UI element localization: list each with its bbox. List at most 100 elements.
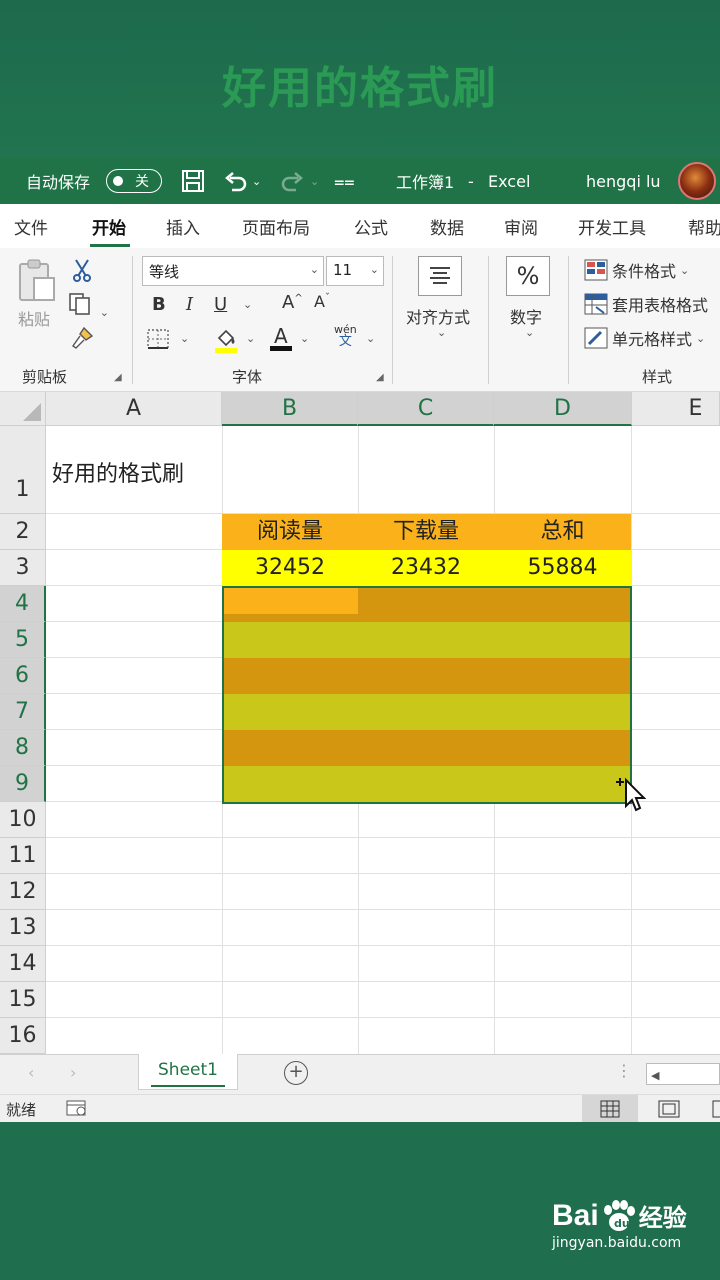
tab-data[interactable]: 数据 (430, 214, 464, 239)
clipboard-launcher-icon[interactable]: ◢ (114, 372, 122, 383)
horizontal-scrollbar[interactable]: ◀ (646, 1063, 720, 1085)
customize-qat-icon[interactable]: ⩵ (334, 158, 355, 204)
row-header-9[interactable]: 9 (0, 766, 46, 802)
fill-color-icon[interactable] (212, 326, 240, 358)
select-all-corner[interactable] (0, 392, 46, 426)
cell-b3[interactable]: 32452 (222, 550, 358, 586)
group-divider (132, 256, 133, 384)
cell-d3[interactable]: 55884 (494, 550, 631, 586)
alignment-dropdown-icon[interactable]: ⌄ (437, 326, 446, 339)
italic-button[interactable]: I (186, 294, 193, 315)
sheet-tab-sheet1[interactable]: Sheet1 (138, 1054, 238, 1090)
row-header-5[interactable]: 5 (0, 622, 46, 658)
row-header-11[interactable]: 11 (0, 838, 46, 874)
tab-review[interactable]: 审阅 (504, 214, 538, 239)
copy-icon[interactable]: ⌄ (68, 292, 109, 321)
paste-button-label[interactable]: 粘贴 (18, 306, 50, 330)
group-divider (568, 256, 569, 384)
row-header-12[interactable]: 12 (0, 874, 46, 910)
macro-record-icon[interactable] (66, 1099, 88, 1121)
row-header-13[interactable]: 13 (0, 910, 46, 946)
font-color-icon[interactable]: A (268, 324, 294, 356)
row-header-16[interactable]: 16 (0, 1018, 46, 1054)
format-painter-icon[interactable] (70, 326, 96, 355)
column-header-b[interactable]: B (222, 392, 358, 426)
add-sheet-icon[interactable]: + (284, 1061, 308, 1085)
font-name-select[interactable]: 等线 ⌄ (142, 256, 324, 286)
paste-icon[interactable] (16, 258, 58, 308)
font-launcher-icon[interactable]: ◢ (376, 372, 384, 383)
number-dropdown-icon[interactable]: ⌄ (525, 326, 534, 339)
autosave-state: 关 (135, 174, 149, 190)
underline-button[interactable]: U (214, 294, 227, 315)
shrink-font-button[interactable]: Aˇ (314, 292, 330, 311)
normal-view-button[interactable] (582, 1095, 638, 1123)
row-header-10[interactable]: 10 (0, 802, 46, 838)
row-header-4[interactable]: 4 (0, 586, 46, 622)
watermark-logo: Bai du 经验 (552, 1198, 687, 1233)
cell-a1[interactable]: 好用的格式刷 (52, 456, 184, 488)
cell-styles-label: 单元格样式 (612, 330, 693, 349)
number-label[interactable]: 数字 (510, 304, 542, 328)
alignment-label[interactable]: 对齐方式 (406, 304, 470, 328)
save-icon[interactable] (180, 158, 206, 204)
row-header-15[interactable]: 15 (0, 982, 46, 1018)
column-header-e[interactable]: E (632, 392, 720, 426)
bold-button[interactable]: B (152, 294, 166, 315)
phonetic-dropdown-icon[interactable]: ⌄ (366, 332, 375, 345)
cell-styles-button[interactable]: 单元格样式 ⌄ (584, 326, 705, 350)
mouse-pointer-icon (616, 777, 646, 812)
active-tab-indicator (90, 244, 130, 247)
page-break-view-icon[interactable] (712, 1100, 720, 1122)
tab-home[interactable]: 开始 (92, 214, 126, 239)
tab-page-layout[interactable]: 页面布局 (242, 214, 310, 239)
tab-developer[interactable]: 开发工具 (578, 214, 646, 239)
autosave-label: 自动保存 (26, 173, 91, 192)
group-divider (392, 256, 393, 384)
row-header-14[interactable]: 14 (0, 946, 46, 982)
tab-file[interactable]: 文件 (14, 214, 48, 239)
cell-b2[interactable]: 阅读量 (222, 514, 358, 550)
cell-d2[interactable]: 总和 (494, 514, 631, 550)
autosave-toggle[interactable]: 关 (106, 169, 162, 193)
prev-sheet-icon[interactable]: ‹ (28, 1063, 34, 1082)
redo-icon[interactable]: ⌄ (280, 158, 319, 204)
tab-help[interactable]: 帮助 (688, 214, 720, 239)
grow-font-button[interactable]: A^ (282, 292, 303, 313)
row-header-8[interactable]: 8 (0, 730, 46, 766)
gridline (46, 945, 720, 946)
fill-color-dropdown-icon[interactable]: ⌄ (246, 332, 255, 345)
tab-formulas[interactable]: 公式 (354, 214, 388, 239)
cell-c3[interactable]: 23432 (358, 550, 494, 586)
alignment-icon[interactable] (418, 256, 462, 296)
user-name[interactable]: hengqi lu (586, 158, 661, 204)
user-avatar[interactable] (678, 162, 716, 200)
gridline (46, 909, 720, 910)
row-header-3[interactable]: 3 (0, 550, 46, 586)
page-layout-view-icon[interactable] (658, 1100, 680, 1122)
format-as-table-button[interactable]: 套用表格格式 (584, 292, 708, 316)
cell-c2[interactable]: 下载量 (358, 514, 494, 550)
status-ready: 就绪 (6, 1101, 37, 1119)
borders-dropdown-icon[interactable]: ⌄ (180, 332, 189, 345)
underline-dropdown-icon[interactable]: ⌄ (243, 298, 252, 311)
row-header-1[interactable]: 1 (0, 426, 46, 514)
column-header-d[interactable]: D (494, 392, 632, 426)
next-sheet-icon[interactable]: › (70, 1063, 76, 1082)
undo-icon[interactable]: ⌄ (222, 158, 261, 204)
tab-insert[interactable]: 插入 (166, 214, 200, 239)
row-header-7[interactable]: 7 (0, 694, 46, 730)
row-header-2[interactable]: 2 (0, 514, 46, 550)
font-color-dropdown-icon[interactable]: ⌄ (300, 332, 309, 345)
cut-icon[interactable] (72, 258, 92, 287)
worksheet-grid[interactable]: A B C D E 1 2 3 4 5 6 7 8 9 10 11 12 13 … (0, 392, 720, 1054)
column-header-a[interactable]: A (46, 392, 222, 426)
conditional-formatting-button[interactable]: 条件格式 ⌄ (584, 258, 689, 282)
font-size-select[interactable]: 11 ⌄ (326, 256, 384, 286)
column-header-c[interactable]: C (358, 392, 494, 426)
tab-split-handle-icon[interactable]: ⋮ (616, 1061, 632, 1080)
phonetic-guide-button[interactable]: wén 文 (334, 324, 357, 349)
row-header-6[interactable]: 6 (0, 658, 46, 694)
borders-icon[interactable] (146, 328, 170, 354)
number-format-icon[interactable]: % (506, 256, 550, 296)
